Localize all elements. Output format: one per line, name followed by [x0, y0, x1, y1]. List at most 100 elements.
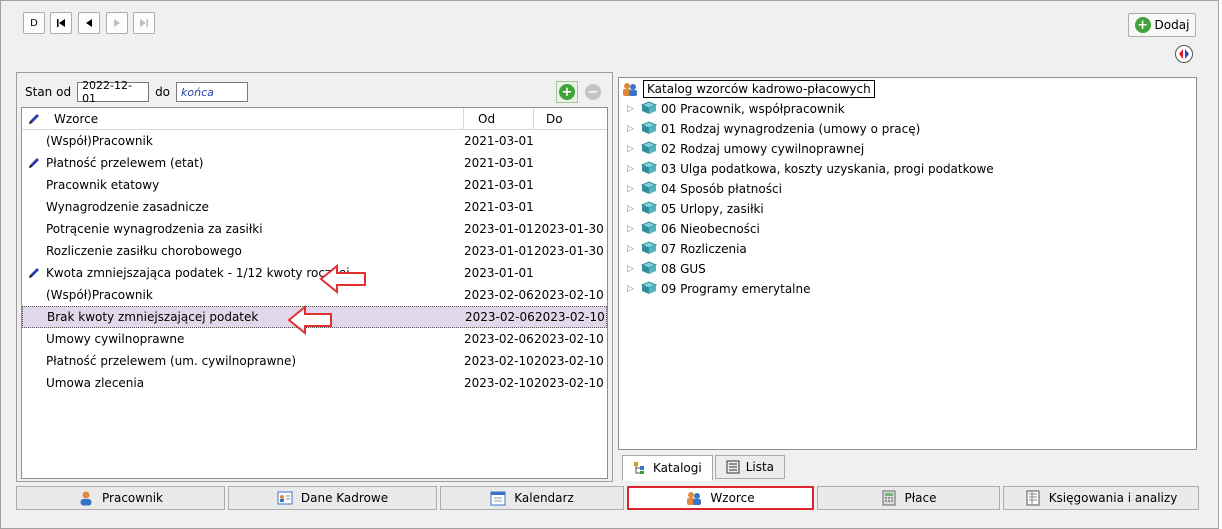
tree-item[interactable]: ▷ 06 Nieobecności	[627, 219, 760, 239]
calculator-icon	[882, 490, 895, 506]
tree-item[interactable]: ▷ 01 Rodzaj wynagrodzenia (umowy o pracę)	[627, 119, 920, 139]
people-icon	[687, 492, 702, 505]
table-body: (Współ)Pracownik 2021-03-01 Płatność przel…	[22, 130, 607, 394]
template-name: Płatność przelewem (um. cywilnoprawne)	[46, 354, 297, 368]
expand-icon[interactable]: ▷	[627, 264, 637, 274]
column-header-do[interactable]: Do	[534, 108, 604, 129]
column-header-od[interactable]: Od	[464, 108, 534, 129]
book-icon	[640, 240, 658, 258]
book-icon	[640, 220, 658, 238]
tree-item[interactable]: ▷ 00 Pracownik, współpracownik	[627, 99, 845, 119]
template-do: 2023-01-30	[534, 222, 604, 236]
template-od: 2021-03-01	[464, 178, 534, 192]
table-row[interactable]: Płatność przelewem (um. cywilnoprawne) 20…	[22, 350, 607, 372]
expand-icon[interactable]: ▷	[627, 144, 637, 154]
minus-icon: −	[585, 84, 601, 100]
calendar-icon	[490, 491, 506, 506]
table-row[interactable]: (Współ)Pracownik 2023-02-06 2023-02-10	[22, 284, 607, 306]
plus-icon: +	[559, 84, 575, 100]
table-row[interactable]: Kwota zmniejszająca podatek - 1/12 kwoty…	[22, 262, 607, 284]
add-button-label: Dodaj	[1154, 18, 1190, 32]
tree-item-label: 03 Ulga podatkowa, koszty uzyskania, pro…	[661, 162, 994, 176]
expand-icon[interactable]: ▷	[627, 204, 637, 214]
expand-icon[interactable]: ▷	[627, 284, 637, 294]
table-header: Wzorce Od Do	[22, 108, 607, 130]
table-row[interactable]: Pracownik etatowy 2021-03-01	[22, 174, 607, 196]
tab-lista[interactable]: Lista	[714, 455, 786, 479]
template-name: Umowy cywilnoprawne	[46, 332, 185, 346]
tree-item[interactable]: ▷ 04 Sposób płatności	[627, 179, 782, 199]
tree-item[interactable]: ▷ 05 Urlopy, zasiłki	[627, 199, 764, 219]
module-wzorce-button[interactable]: Wzorce	[627, 486, 814, 510]
tab-katalogi[interactable]: Katalogi	[622, 455, 713, 481]
template-name: Potrącenie wynagrodzenia za zasiłki	[46, 222, 263, 236]
tree-item-label: 09 Programy emerytalne	[661, 282, 811, 296]
pen-icon	[22, 156, 46, 170]
module-pracownik-button[interactable]: Pracownik	[16, 486, 225, 510]
remove-template-button[interactable]: −	[582, 81, 604, 103]
expand-icon[interactable]: ▷	[627, 244, 637, 254]
table-row[interactable]: Umowa zlecenia 2023-02-10 2023-02-10	[22, 372, 607, 394]
next-record-button[interactable]	[106, 12, 128, 34]
tree-item-label: 06 Nieobecności	[661, 222, 760, 236]
first-record-button[interactable]	[50, 12, 72, 34]
tree-item[interactable]: ▷ 02 Rodzaj umowy cywilnoprawnej	[627, 139, 864, 159]
pen-icon	[22, 266, 46, 280]
last-record-button[interactable]	[133, 12, 155, 34]
table-row[interactable]: Rozliczenie zasiłku chorobowego 2023-01-0…	[22, 240, 607, 262]
module-dane-kadrowe-button[interactable]: Dane Kadrowe	[228, 486, 437, 510]
first-icon	[57, 19, 65, 27]
module-dane-kadrowe-label: Dane Kadrowe	[300, 491, 389, 505]
tree-item[interactable]: ▷ 08 GUS	[627, 259, 706, 279]
last-icon	[140, 19, 148, 27]
tree-item[interactable]: ▷ 07 Rozliczenia	[627, 239, 747, 259]
table-row[interactable]: Potrącenie wynagrodzenia za zasiłki 2023-…	[22, 218, 607, 240]
expand-icon[interactable]: ▷	[627, 104, 637, 114]
details-button[interactable]: D	[23, 12, 45, 34]
expand-icon[interactable]: ▷	[627, 124, 637, 134]
stan-od-field[interactable]: 2022-12-01	[77, 79, 150, 105]
template-od: 2023-01-01	[464, 244, 534, 258]
table-row[interactable]: Wynagrodzenie zasadnicze 2021-03-01	[22, 196, 607, 218]
do-field[interactable]: końca	[176, 82, 249, 102]
expand-icon[interactable]: ▷	[627, 164, 637, 174]
tree-item[interactable]: ▷ 09 Programy emerytalne	[627, 279, 811, 299]
tree-item-label: 02 Rodzaj umowy cywilnoprawnej	[661, 142, 865, 156]
pen-column-icon	[22, 112, 46, 126]
date-filter: Stan od 2022-12-01 do końca	[25, 79, 249, 105]
template-name: (Współ)Pracownik	[46, 288, 153, 302]
templates-table: Wzorce Od Do (Współ)Pracownik 2021-03-01 P…	[21, 107, 608, 479]
table-row[interactable]: (Współ)Pracownik 2021-03-01	[22, 130, 607, 152]
template-od: 2023-02-06	[464, 332, 534, 346]
ledger-icon	[1026, 490, 1040, 506]
column-header-wzorce[interactable]: Wzorce	[46, 108, 464, 129]
navigation-arrows-icon[interactable]	[1175, 45, 1193, 63]
tree-item[interactable]: ▷ 03 Ulga podatkowa, koszty uzyskania, pr…	[627, 159, 994, 179]
add-template-button[interactable]: +	[556, 81, 578, 103]
template-od: 2023-02-10	[464, 376, 534, 390]
book-icon	[640, 280, 658, 298]
previous-record-button[interactable]	[78, 12, 100, 34]
annotation-arrow-icon	[319, 264, 366, 294]
book-icon	[640, 160, 658, 178]
people-icon	[623, 83, 637, 96]
template-do: 2023-02-10	[535, 310, 605, 324]
table-row[interactable]: Płatność przelewem (etat) 2021-03-01	[22, 152, 607, 174]
add-button[interactable]: + Dodaj	[1128, 13, 1196, 37]
module-ksiegowania-button[interactable]: Księgowania i analizy	[1003, 486, 1199, 510]
expand-icon[interactable]: ▷	[627, 224, 637, 234]
book-icon	[640, 180, 658, 198]
book-icon	[640, 260, 658, 278]
tree-root[interactable]: Katalog wzorców kadrowo-płacowych	[621, 80, 875, 98]
next-icon	[114, 19, 120, 27]
view-tabs: Katalogi Lista	[622, 455, 787, 481]
book-icon	[640, 140, 658, 158]
module-pracownik-label: Pracownik	[102, 491, 163, 505]
book-icon	[640, 120, 658, 138]
expand-icon[interactable]: ▷	[627, 184, 637, 194]
module-place-button[interactable]: Płace	[817, 486, 1000, 510]
tree-item-label: 00 Pracownik, współpracownik	[661, 102, 845, 116]
module-kalendarz-button[interactable]: Kalendarz	[440, 486, 624, 510]
book-icon	[640, 200, 658, 218]
do-label: do	[155, 85, 171, 99]
